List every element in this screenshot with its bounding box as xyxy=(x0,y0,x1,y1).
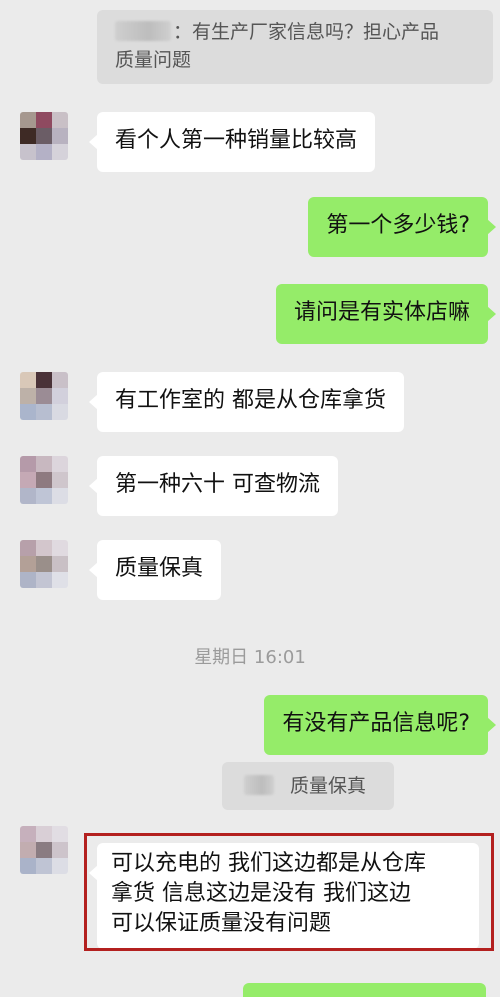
quoted-sender-name xyxy=(244,775,274,795)
incoming-message[interactable]: 第一种六十 可查物流 xyxy=(89,456,338,516)
message-text: 请问是有实体店嘛 xyxy=(293,300,470,325)
timestamp: 星期日 16:01 xyxy=(194,647,306,668)
quoted-message[interactable]: ：有生产厂家信息吗？担心产品 质量问题 xyxy=(97,10,493,84)
message-text: 有工作室的 都是从仓库拿货 xyxy=(115,388,386,413)
message-text: 第一种六十 可查物流 xyxy=(115,472,320,497)
quoted-text-line1: ：有生产厂家信息吗？担心产品 xyxy=(173,21,440,43)
quoted-sender-name xyxy=(115,21,171,41)
incoming-message[interactable]: 看个人第一种销量比较高 xyxy=(88,112,376,172)
incoming-message[interactable]: 质量保真 xyxy=(88,540,222,600)
quoted-message[interactable]: 质量保真 xyxy=(222,762,394,810)
message-text: 第一个多少钱? xyxy=(326,213,470,238)
message-text: 有没有产品信息呢? xyxy=(282,711,470,736)
avatar[interactable] xyxy=(20,372,68,420)
outgoing-message-partial[interactable] xyxy=(243,983,486,997)
avatar[interactable] xyxy=(20,540,68,588)
incoming-message[interactable]: 有工作室的 都是从仓库拿货 xyxy=(89,372,404,432)
highlight-frame xyxy=(84,833,494,951)
outgoing-message[interactable]: 第一个多少钱? xyxy=(308,197,496,257)
message-text: 质量保真 xyxy=(115,556,204,581)
quoted-text-line2: 质量问题 xyxy=(115,49,192,71)
outgoing-message[interactable]: 有没有产品信息呢? xyxy=(264,695,496,755)
avatar[interactable] xyxy=(20,456,68,504)
avatar[interactable] xyxy=(20,112,68,160)
message-text: 看个人第一种销量比较高 xyxy=(115,128,358,153)
avatar[interactable] xyxy=(20,826,68,874)
quoted-text: 质量保真 xyxy=(290,775,367,797)
outgoing-message[interactable]: 请问是有实体店嘛 xyxy=(275,284,497,344)
